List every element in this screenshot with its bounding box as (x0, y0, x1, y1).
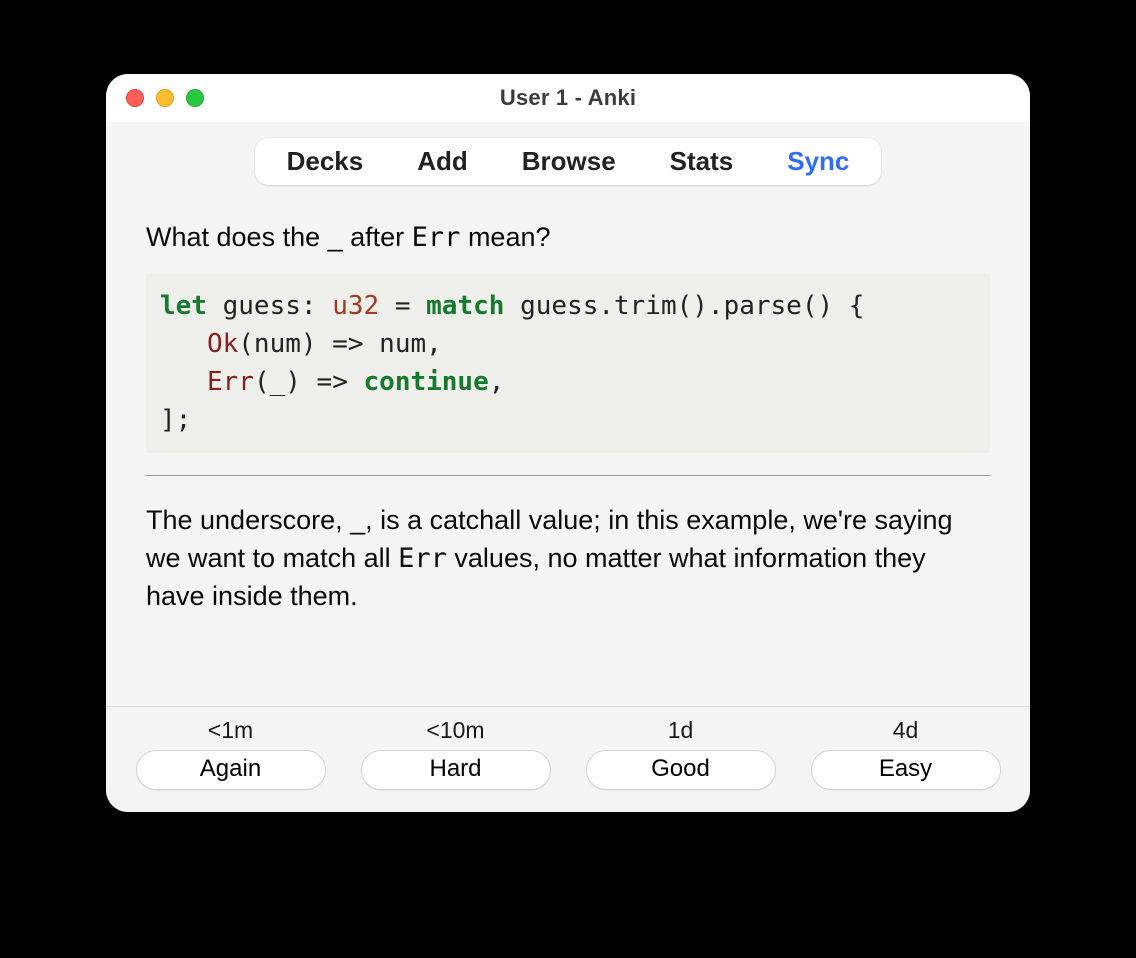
code-keyword: continue (364, 367, 489, 397)
code-text: guess: (207, 291, 332, 321)
rating-interval: 4d (893, 717, 919, 744)
rating-hard: <10m Hard (356, 717, 556, 790)
hard-button[interactable]: Hard (361, 750, 551, 790)
code-enum: Ok (207, 329, 238, 359)
rating-easy: 4d Easy (806, 717, 1006, 790)
rating-row: <1m Again <10m Hard 1d Good 4d Easy (130, 717, 1006, 790)
card-answer: The underscore, _, is a catchall value; … (146, 502, 990, 615)
good-button[interactable]: Good (586, 750, 776, 790)
tabbar: Decks Add Browse Stats Sync (255, 138, 882, 185)
titlebar: User 1 - Anki (106, 74, 1030, 122)
rating-interval: <1m (208, 717, 253, 744)
qa-divider (146, 475, 990, 476)
code-text: (num) => num, (238, 329, 442, 359)
rating-interval: <10m (426, 717, 484, 744)
code-enum: Err (207, 367, 254, 397)
question-text-prefix: What does the _ after (146, 222, 412, 252)
minimize-icon[interactable] (156, 89, 174, 107)
again-button[interactable]: Again (136, 750, 326, 790)
app-window: User 1 - Anki Decks Add Browse Stats Syn… (106, 74, 1030, 812)
tab-sync[interactable]: Sync (783, 144, 853, 179)
code-text: = (379, 291, 426, 321)
code-text: (_) => (254, 367, 364, 397)
code-keyword: let (160, 291, 207, 321)
code-type: u32 (332, 291, 379, 321)
review-footer: <1m Again <10m Hard 1d Good 4d Easy (106, 706, 1030, 812)
rating-good: 1d Good (581, 717, 781, 790)
code-text: , (489, 367, 505, 397)
card-area: What does the _ after Err mean? let gues… (106, 199, 1030, 706)
code-text (160, 367, 207, 397)
close-icon[interactable] (126, 89, 144, 107)
code-text: ]; (160, 405, 191, 435)
question-inline-code: Err (412, 222, 461, 253)
tab-decks[interactable]: Decks (283, 144, 368, 179)
card-question: What does the _ after Err mean? (146, 219, 990, 256)
code-keyword: match (426, 291, 504, 321)
code-text (160, 329, 207, 359)
rating-again: <1m Again (131, 717, 331, 790)
card-code-block: let guess: u32 = match guess.trim().pars… (146, 274, 990, 453)
window-title: User 1 - Anki (500, 85, 636, 111)
question-text-suffix: mean? (460, 222, 550, 252)
window-controls (126, 74, 204, 122)
answer-inline-code: Err (398, 543, 447, 574)
code-text: guess.trim().parse() { (504, 291, 864, 321)
tab-browse[interactable]: Browse (518, 144, 620, 179)
rating-interval: 1d (668, 717, 694, 744)
fullscreen-icon[interactable] (186, 89, 204, 107)
easy-button[interactable]: Easy (811, 750, 1001, 790)
toolbar: Decks Add Browse Stats Sync (106, 122, 1030, 199)
tab-add[interactable]: Add (413, 144, 472, 179)
tab-stats[interactable]: Stats (666, 144, 738, 179)
